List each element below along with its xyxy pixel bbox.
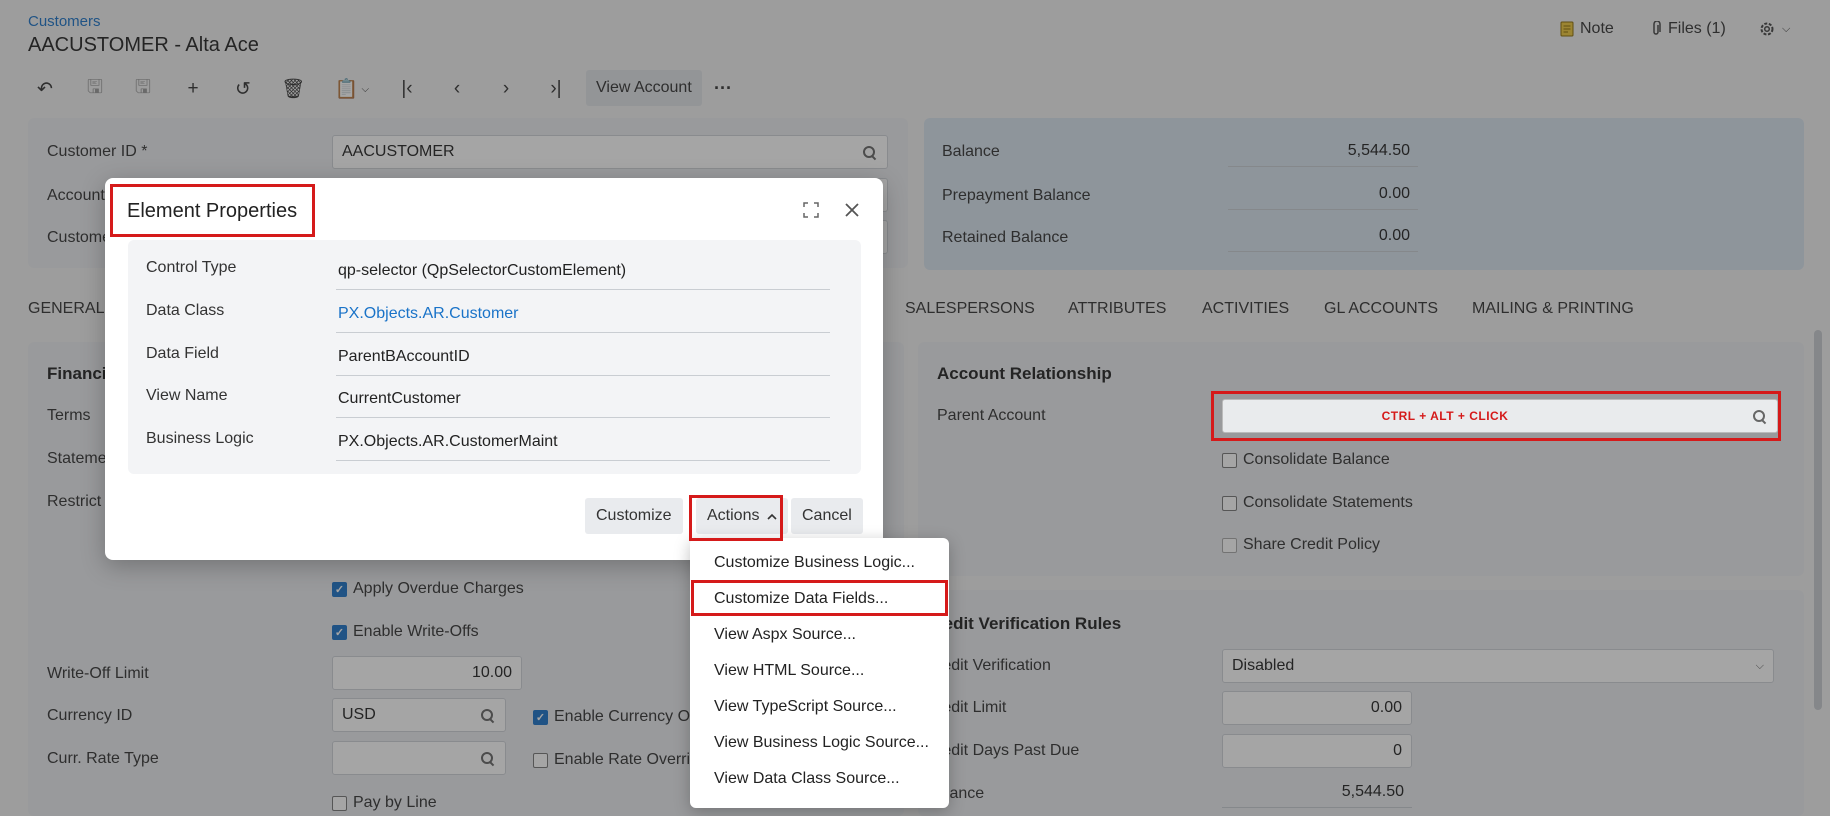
data-field-value: ParentBAccountID bbox=[336, 344, 830, 376]
chevron-up-icon bbox=[767, 513, 778, 520]
actions-button[interactable]: Actions bbox=[696, 498, 789, 534]
search-icon[interactable] bbox=[1753, 410, 1767, 424]
view-name-value: CurrentCustomer bbox=[336, 386, 830, 418]
business-logic-label: Business Logic bbox=[146, 430, 254, 447]
actions-label: Actions bbox=[707, 507, 760, 524]
cancel-button[interactable]: Cancel bbox=[791, 498, 863, 534]
view-name-label: View Name bbox=[146, 387, 228, 404]
control-type-label: Control Type bbox=[146, 259, 237, 276]
dialog-title: Element Properties bbox=[127, 200, 298, 222]
customize-button[interactable]: Customize bbox=[585, 498, 683, 534]
data-class-label: Data Class bbox=[146, 302, 225, 319]
parent-account-highlighted-field[interactable]: CTRL + ALT + CLICK bbox=[1222, 399, 1778, 433]
element-properties-dialog: Element Properties Control Type qp-selec… bbox=[105, 178, 883, 560]
data-field-label: Data Field bbox=[146, 345, 219, 362]
data-class-link[interactable]: PX.Objects.AR.Customer bbox=[336, 301, 830, 333]
menu-item-view-business-logic-source[interactable]: View Business Logic Source... bbox=[714, 734, 929, 752]
menu-item-view-typescript-source[interactable]: View TypeScript Source... bbox=[714, 698, 897, 716]
business-logic-value: PX.Objects.AR.CustomerMaint bbox=[336, 429, 830, 461]
maximize-icon[interactable] bbox=[802, 201, 820, 219]
menu-item-view-html-source[interactable]: View HTML Source... bbox=[714, 662, 864, 680]
menu-item-view-data-class-source[interactable]: View Data Class Source... bbox=[714, 770, 900, 788]
menu-item-view-aspx-source[interactable]: View Aspx Source... bbox=[714, 626, 856, 644]
actions-menu: Customize Business Logic... Customize Da… bbox=[690, 538, 949, 808]
control-type-value: qp-selector (QpSelectorCustomElement) bbox=[336, 258, 830, 290]
menu-item-customize-data-fields[interactable]: Customize Data Fields... bbox=[714, 590, 888, 608]
ctrl-alt-click-hint: CTRL + ALT + CLICK bbox=[1381, 409, 1509, 423]
close-icon[interactable] bbox=[842, 200, 862, 220]
properties-section: Control Type qp-selector (QpSelectorCust… bbox=[128, 240, 861, 474]
menu-item-customize-business-logic[interactable]: Customize Business Logic... bbox=[714, 554, 915, 572]
